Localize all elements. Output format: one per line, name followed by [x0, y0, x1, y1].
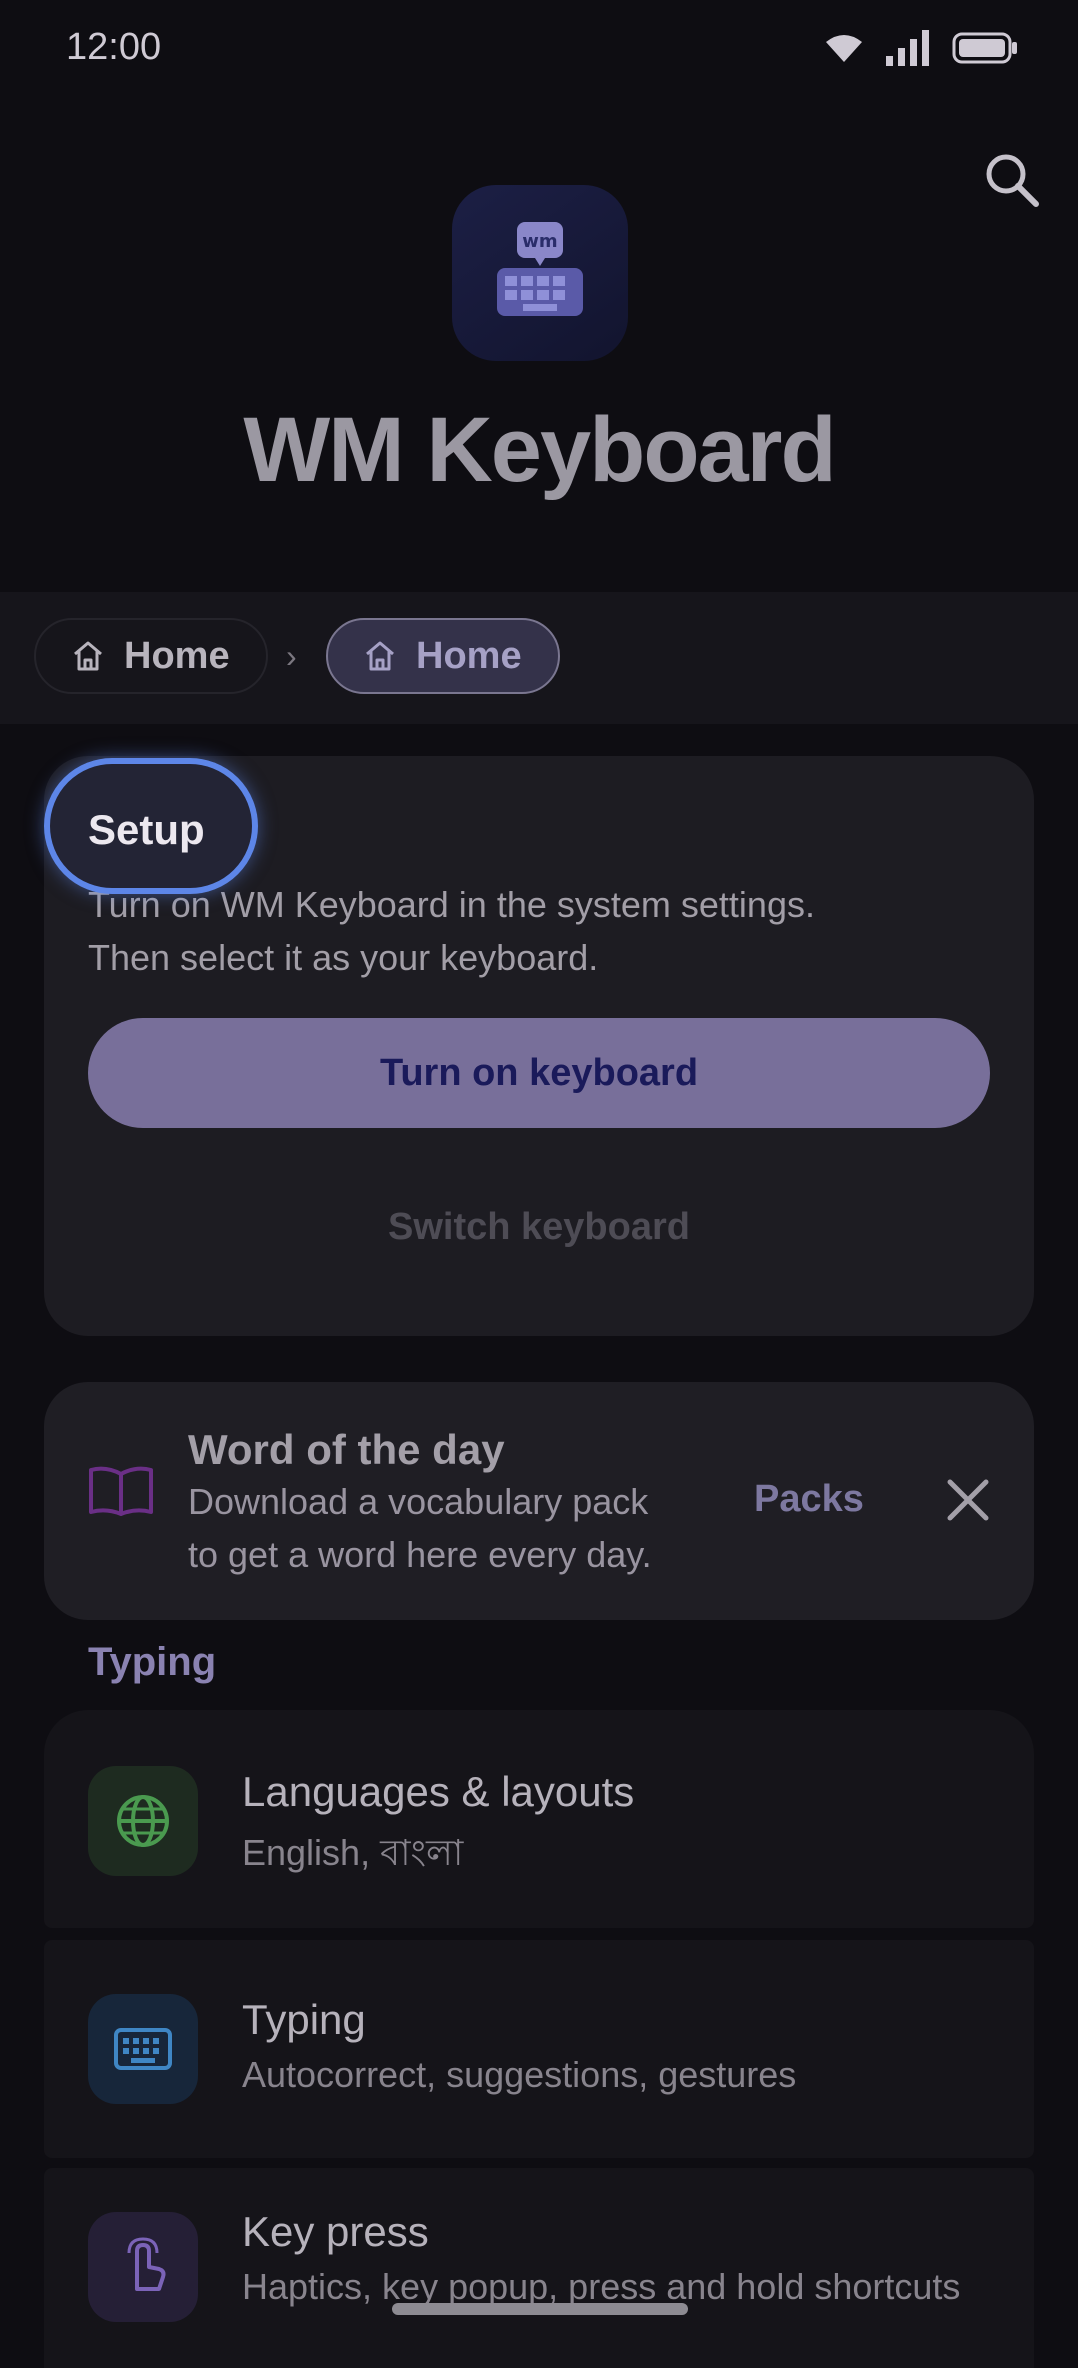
word-of-the-day-description-line: to get a word here every day.	[188, 1534, 652, 1575]
word-of-the-day-description: Download a vocabulary pack to get a word…	[188, 1475, 728, 1581]
setup-title: Setup	[88, 806, 205, 853]
breadcrumb-current-chip[interactable]: Home	[326, 618, 560, 694]
wifi-icon	[824, 32, 864, 69]
turn-on-keyboard-button[interactable]: Turn on keyboard	[88, 1018, 990, 1128]
breadcrumb-separator: ›	[286, 638, 297, 674]
settings-item-title: Languages & layouts	[242, 1768, 635, 1815]
settings-item-key-press[interactable]: Key press Haptics, key popup, press and …	[44, 2168, 1034, 2368]
touch-icon	[88, 2212, 198, 2322]
close-icon	[947, 1479, 989, 1521]
app-logo: wm	[452, 185, 628, 361]
status-time: 12:00	[66, 26, 162, 68]
settings-item-title: Key press	[242, 2208, 429, 2255]
status-icons	[824, 30, 1018, 71]
home-icon	[366, 641, 394, 671]
home-indicator[interactable]	[392, 2303, 688, 2315]
status-bar: 12:00	[0, 0, 1078, 96]
settings-item-subtitle: English, বাংলা	[242, 1832, 464, 1873]
setup-description: Turn on WM Keyboard in the system settin…	[88, 878, 988, 984]
setup-description-line: Turn on WM Keyboard in the system settin…	[88, 884, 815, 925]
breadcrumb-home-chip[interactable]: Home	[34, 618, 268, 694]
settings-item-subtitle: Haptics, key popup, press and hold short…	[242, 2266, 961, 2307]
settings-item-languages[interactable]: Languages & layouts English, বাংলা	[44, 1710, 1034, 1928]
section-label-typing: Typing	[88, 1640, 217, 1684]
home-icon	[74, 641, 102, 671]
logo-text: wm	[522, 231, 557, 252]
signal-icon	[886, 30, 930, 71]
settings-item-title: Typing	[242, 1996, 366, 2043]
setup-description-line: Then select it as your keyboard.	[88, 937, 599, 978]
breadcrumb: Home › Home	[0, 592, 1078, 724]
breadcrumb-label: Home	[416, 634, 522, 677]
word-of-the-day-title: Word of the day	[188, 1426, 505, 1473]
keyboard-icon	[88, 1994, 198, 2104]
book-icon	[88, 1464, 154, 1521]
settings-item-typing[interactable]: Typing Autocorrect, suggestions, gesture…	[44, 1940, 1034, 2158]
word-of-the-day-description-line: Download a vocabulary pack	[188, 1481, 649, 1522]
settings-item-subtitle: Autocorrect, suggestions, gestures	[242, 2054, 797, 2095]
packs-button[interactable]: Packs	[754, 1478, 864, 1521]
app-title: WM Keyboard	[243, 399, 836, 501]
switch-keyboard-button[interactable]: Switch keyboard	[88, 1172, 990, 1282]
search-button[interactable]	[980, 148, 1044, 212]
battery-icon	[952, 32, 1018, 69]
globe-icon	[88, 1766, 198, 1876]
search-icon	[986, 154, 1039, 207]
breadcrumb-label: Home	[124, 634, 230, 677]
dismiss-button[interactable]	[942, 1474, 994, 1526]
